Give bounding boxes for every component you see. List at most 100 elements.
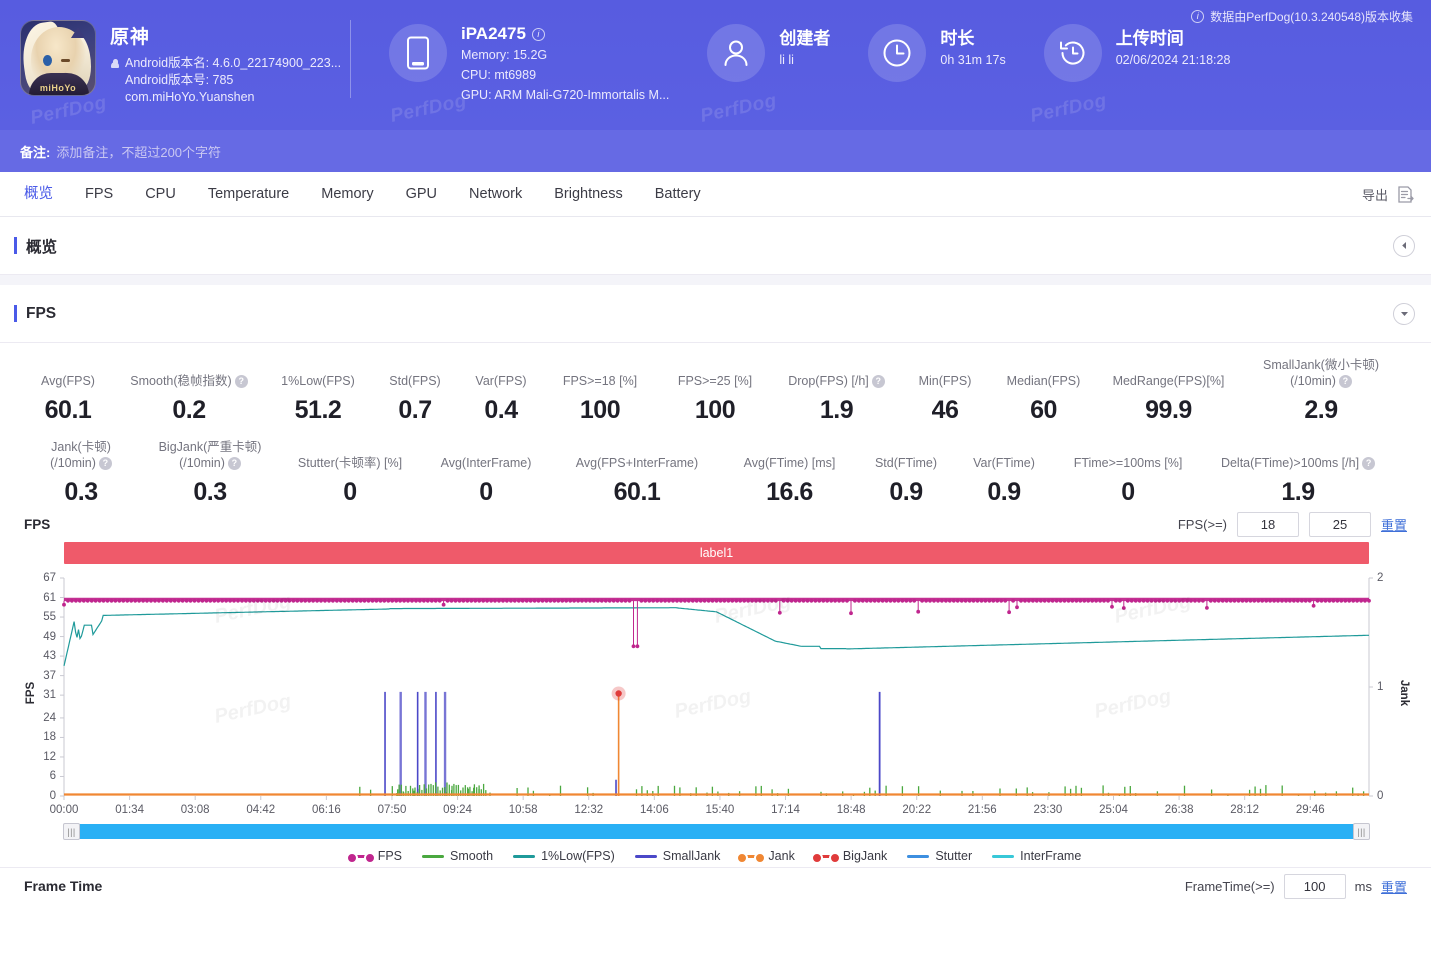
device-gpu: GPU: ARM Mali-G720-Immortalis M... <box>461 87 669 104</box>
legend-label: Jank <box>768 849 794 863</box>
help-icon[interactable]: ? <box>1339 375 1352 388</box>
svg-text:PerfDog: PerfDog <box>1112 590 1193 628</box>
fps-reset-link[interactable]: 重置 <box>1381 515 1407 534</box>
tab-cpu[interactable]: CPU <box>129 172 192 216</box>
legend-item[interactable]: Jank <box>740 849 794 863</box>
tab-network[interactable]: Network <box>453 172 538 216</box>
metric-cell: Var(FPS)0.4 <box>458 373 544 425</box>
tab-fps[interactable]: FPS <box>69 172 129 216</box>
help-icon[interactable]: ? <box>228 457 241 470</box>
overview-collapse-button[interactable] <box>1393 235 1415 257</box>
export-button[interactable]: 导出 <box>1362 185 1415 204</box>
legend-item[interactable]: 1%Low(FPS) <box>513 849 615 863</box>
tab-bar: 概览 FPS CPU Temperature Memory GPU Networ… <box>0 172 1431 217</box>
chart-horizontal-scrollbar[interactable]: ||| ||| <box>64 824 1369 839</box>
watermark: PerfDog <box>1029 90 1109 128</box>
duration-value: 0h 31m 17s <box>940 52 1005 69</box>
fps-threshold-input-2[interactable]: 25 <box>1309 512 1371 537</box>
legend-item[interactable]: SmallJank <box>635 849 721 863</box>
metric-label: Avg(FTime) [ms] <box>722 455 857 471</box>
note-placeholder[interactable]: 添加备注，不超过200个字符 <box>56 142 221 161</box>
tab-gpu[interactable]: GPU <box>390 172 453 216</box>
frame-time-reset-link[interactable]: 重置 <box>1381 877 1407 896</box>
metric-cell: Var(FTime)0.9 <box>955 455 1053 507</box>
legend-swatch <box>350 855 372 858</box>
fps-metrics: Avg(FPS)60.1Smooth(稳帧指数)?0.21%Low(FPS)51… <box>0 343 1431 509</box>
metric-cell: Avg(FTime) [ms]16.6 <box>722 455 857 507</box>
scrollbar-right-handle[interactable]: ||| <box>1353 823 1370 840</box>
export-label: 导出 <box>1362 185 1388 204</box>
metric-cell: BigJank(严重卡顿)(/10min) ?0.3 <box>140 439 280 507</box>
history-icon <box>1044 24 1102 82</box>
legend-swatch <box>513 855 535 858</box>
metric-label: Avg(InterFrame) <box>420 455 552 471</box>
fps-chart-title: FPS <box>24 517 50 532</box>
overview-section-header: 概览 <box>0 217 1431 275</box>
legend-swatch <box>907 855 929 858</box>
frame-time-unit: ms <box>1355 879 1372 894</box>
frame-time-threshold-input[interactable]: 100 <box>1284 874 1346 899</box>
legend-swatch <box>740 855 762 858</box>
app-version-name-row: Android版本名: 4.6.0_22174900_223... <box>110 55 341 72</box>
metric-value: 46 <box>899 396 991 425</box>
metric-label: Jank(卡顿)(/10min) ? <box>22 439 140 471</box>
metric-label: Delta(FTime)>100ms [/h]? <box>1203 455 1393 471</box>
scrollbar-left-handle[interactable]: ||| <box>63 823 80 840</box>
creator-block: 创建者 li li <box>707 0 830 82</box>
metric-cell: Median(FPS)60 <box>991 373 1096 425</box>
metric-label: Stutter(卡顿率) [%] <box>280 455 420 471</box>
metric-value: 0.3 <box>22 478 140 507</box>
metric-cell: FPS>=18 [%]100 <box>544 373 656 425</box>
metric-value: 0.2 <box>114 396 264 425</box>
metric-cell: Delta(FTime)>100ms [/h]?1.9 <box>1203 455 1393 507</box>
tab-temperature[interactable]: Temperature <box>192 172 305 216</box>
help-icon[interactable]: ? <box>1362 457 1375 470</box>
fps-chart-header: FPS FPS(>=) 18 25 重置 <box>16 509 1415 539</box>
metric-value: 0.9 <box>857 478 955 507</box>
legend-item[interactable]: InterFrame <box>992 849 1081 863</box>
fps-threshold-label: FPS(>=) <box>1178 517 1227 532</box>
metric-cell: Jank(卡顿)(/10min) ? 0.3 <box>22 439 140 507</box>
info-icon[interactable]: i <box>532 28 545 41</box>
tab-memory[interactable]: Memory <box>305 172 389 216</box>
legend-label: FPS <box>378 849 402 863</box>
metric-value: 2.9 <box>1241 396 1401 425</box>
tab-brightness[interactable]: Brightness <box>538 172 639 216</box>
metric-label: Std(FPS) <box>372 373 458 389</box>
metric-cell: FPS>=25 [%]100 <box>656 373 774 425</box>
device-name-row: iPA2475 i <box>461 24 669 44</box>
metric-cell: Min(FPS)46 <box>899 373 991 425</box>
legend-item[interactable]: Smooth <box>422 849 493 863</box>
fps-collapse-button[interactable] <box>1393 303 1415 325</box>
legend-item[interactable]: BigJank <box>815 849 887 863</box>
legend-item[interactable]: FPS <box>350 849 402 863</box>
metric-cell: Stutter(卡顿率) [%]0 <box>280 455 420 507</box>
tab-battery[interactable]: Battery <box>639 172 717 216</box>
fps-plot-area[interactable]: FPS Jank 6761554943373124181260 210 00:0… <box>16 568 1415 818</box>
metric-value: 60.1 <box>22 396 114 425</box>
app-name: 原神 <box>110 22 341 49</box>
legend-label: BigJank <box>843 849 887 863</box>
metric-cell: Avg(FPS)60.1 <box>22 373 114 425</box>
fps-plot-svg[interactable]: PerfDogPerfDogPerfDogPerfDogPerfDogPerfD… <box>16 568 1415 818</box>
legend-item[interactable]: Stutter <box>907 849 972 863</box>
fps-label-band[interactable]: label1 <box>64 542 1369 564</box>
help-icon[interactable]: ? <box>872 375 885 388</box>
section-accent-bar <box>14 305 17 322</box>
metric-cell: Avg(InterFrame)0 <box>420 455 552 507</box>
metric-label: Drop(FPS) [/h]? <box>774 373 899 389</box>
legend-swatch <box>992 855 1014 858</box>
metric-cell: Drop(FPS) [/h]?1.9 <box>774 373 899 425</box>
tab-overview[interactable]: 概览 <box>8 172 69 216</box>
fps-threshold-input-1[interactable]: 18 <box>1237 512 1299 537</box>
metric-label: Median(FPS) <box>991 373 1096 389</box>
help-icon[interactable]: ? <box>99 457 112 470</box>
metric-label: Var(FTime) <box>955 455 1053 471</box>
android-icon <box>110 59 120 69</box>
device-name: iPA2475 <box>461 24 526 44</box>
metric-label: FPS>=25 [%] <box>656 373 774 389</box>
note-bar[interactable]: 备注: 添加备注，不超过200个字符 <box>0 130 1431 172</box>
help-icon[interactable]: ? <box>235 375 248 388</box>
clock-icon <box>868 24 926 82</box>
metric-value: 60.1 <box>552 478 722 507</box>
